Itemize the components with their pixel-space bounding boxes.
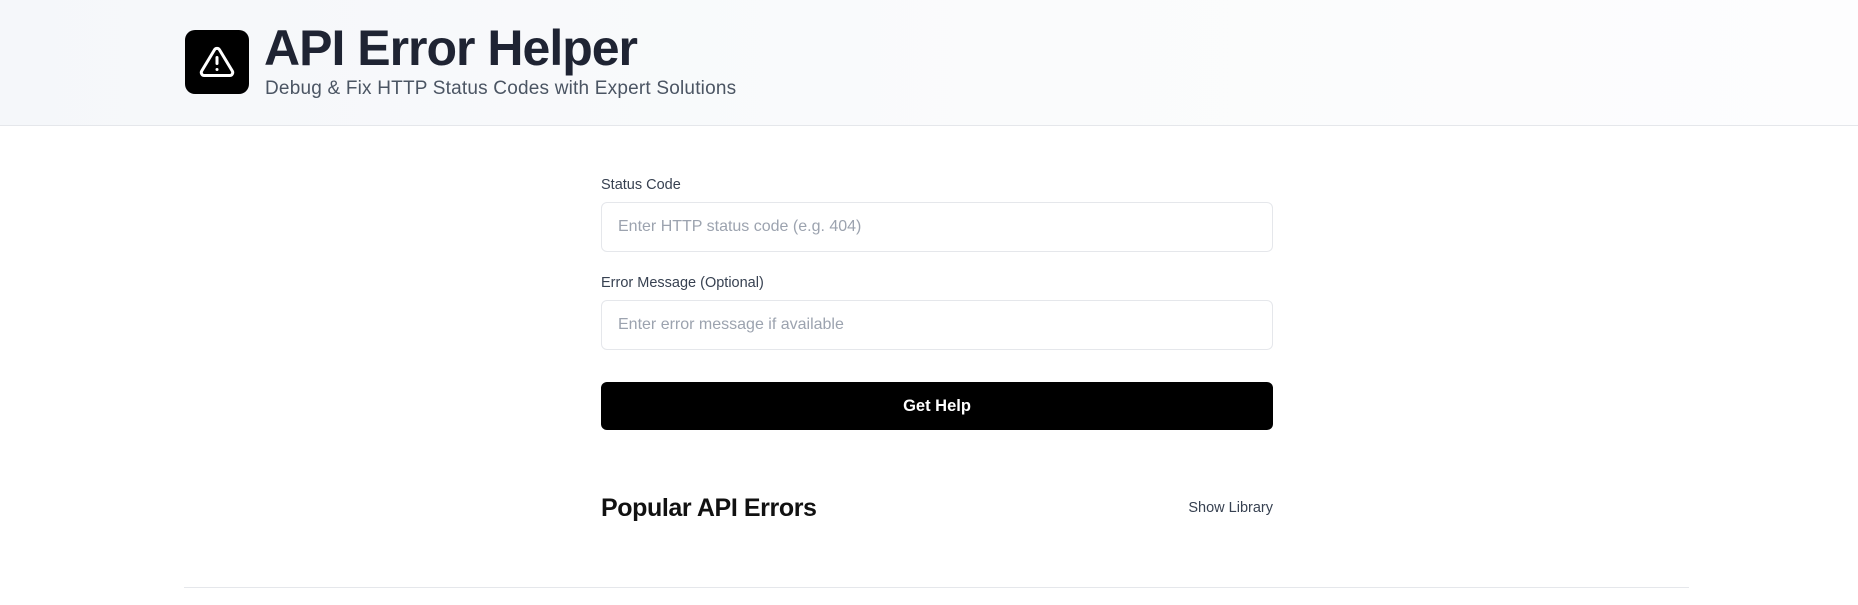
- error-message-label: Error Message (Optional): [601, 275, 764, 291]
- error-lookup-form: Status Code Error Message (Optional) Get…: [601, 176, 1273, 430]
- status-code-group: Status Code: [601, 176, 1273, 252]
- get-help-button[interactable]: Get Help: [601, 382, 1273, 430]
- app-header: API Error Helper Debug & Fix HTTP Status…: [0, 0, 1858, 126]
- popular-errors-header: Popular API Errors Show Library: [601, 490, 1273, 526]
- status-code-input[interactable]: [601, 202, 1273, 252]
- footer-divider: [184, 587, 1689, 588]
- show-library-button[interactable]: Show Library: [1188, 500, 1273, 516]
- warning-triangle-icon: [199, 46, 235, 77]
- app-subtitle: Debug & Fix HTTP Status Codes with Exper…: [265, 78, 737, 99]
- error-message-input[interactable]: [601, 300, 1273, 350]
- popular-errors-title: Popular API Errors: [601, 493, 817, 522]
- error-message-group: Error Message (Optional): [601, 274, 1273, 350]
- status-code-label: Status Code: [601, 177, 681, 193]
- app-logo: [185, 30, 249, 94]
- app-title: API Error Helper: [264, 20, 638, 76]
